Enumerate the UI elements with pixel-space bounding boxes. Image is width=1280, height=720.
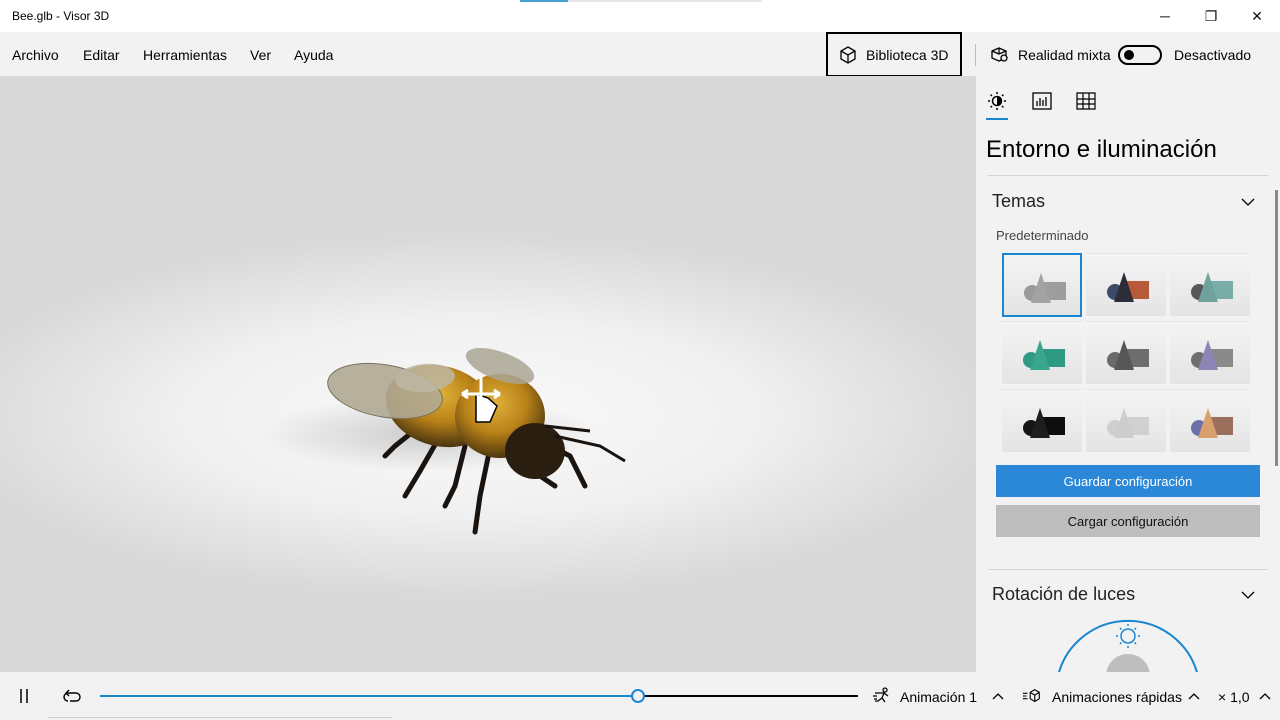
theme-cone-shape <box>1198 340 1218 370</box>
quick-animations-selector[interactable]: Animaciones rápidas <box>1052 689 1182 705</box>
chevron-up-icon[interactable] <box>991 690 1005 702</box>
load-config-button[interactable]: Cargar configuración <box>996 505 1260 537</box>
theme-cone-shape <box>1198 408 1218 438</box>
close-icon: ✕ <box>1251 7 1263 24</box>
light-rotation-dial[interactable] <box>976 616 1280 672</box>
animation-icon-wrap <box>872 686 892 706</box>
panel-title: Entorno e iluminación <box>986 136 1217 163</box>
stats-icon <box>1032 92 1052 110</box>
title-divider <box>988 175 1268 176</box>
theme-5[interactable] <box>1086 321 1166 385</box>
tab-environment[interactable] <box>986 90 1008 112</box>
theme-cone-shape <box>1114 408 1134 438</box>
footer-line <box>48 717 392 718</box>
environment-panel: Entorno e iluminación Temas Predetermina… <box>976 76 1280 672</box>
theme-cone-shape <box>1031 273 1051 303</box>
close-button[interactable]: ✕ <box>1234 0 1280 32</box>
theme-4[interactable] <box>1002 321 1082 385</box>
theme-8[interactable] <box>1086 389 1166 453</box>
timeline-thumb[interactable] <box>631 689 646 703</box>
title-strip <box>568 0 762 2</box>
theme-1[interactable] <box>1002 253 1082 317</box>
menu-archivo[interactable]: Archivo <box>12 47 59 63</box>
mixed-reality-state: Desactivado <box>1174 47 1252 63</box>
pause-icon <box>20 689 28 703</box>
menu-editar[interactable]: Editar <box>83 47 120 63</box>
chevron-down-icon[interactable] <box>1240 194 1256 210</box>
minimize-icon: ─ <box>1160 8 1170 24</box>
minimize-button[interactable]: ─ <box>1142 0 1188 32</box>
light-rotation-section-header[interactable]: Rotación de luces <box>992 584 1135 605</box>
themes-section-header[interactable]: Temas <box>992 191 1045 212</box>
bee-model[interactable] <box>0 76 976 672</box>
chevron-up-icon[interactable] <box>1258 690 1272 702</box>
theme-cone-shape <box>1030 340 1050 370</box>
mixed-reality-toggle[interactable] <box>1118 45 1162 65</box>
grid-icon <box>1076 92 1096 110</box>
theme-cone-shape <box>1030 408 1050 438</box>
theme-cone-shape <box>1114 340 1134 370</box>
menu-herramientas[interactable]: Herramientas <box>143 47 227 63</box>
loop-button[interactable] <box>62 686 82 706</box>
mixed-reality-label: Realidad mixta <box>1018 47 1111 63</box>
tab-statistics[interactable] <box>1031 90 1053 112</box>
running-figure-icon <box>873 687 889 703</box>
title-accent-strip <box>520 0 568 2</box>
theme-9[interactable] <box>1170 389 1250 453</box>
timeline-progress <box>100 695 639 697</box>
playback-bar: Animación 1 Animaciones rápidas × 1,0 <box>0 672 1280 720</box>
toolbar-separator <box>975 44 976 66</box>
timeline-track[interactable] <box>100 695 858 697</box>
mixed-reality-control[interactable]: Realidad mixta <box>990 46 1111 64</box>
theme-7[interactable] <box>1002 389 1082 453</box>
animation-selector[interactable]: Animación 1 <box>900 689 977 705</box>
library-3d-button[interactable]: Biblioteca 3D <box>826 32 962 77</box>
menu-ayuda[interactable]: Ayuda <box>294 47 333 63</box>
chevron-up-icon[interactable] <box>1187 690 1201 702</box>
theme-3[interactable] <box>1170 253 1250 317</box>
theme-2[interactable] <box>1086 253 1166 317</box>
section-divider <box>988 569 1268 570</box>
restore-icon: ❐ <box>1204 7 1218 24</box>
save-config-button[interactable]: Guardar configuración <box>996 465 1260 497</box>
maximize-button[interactable]: ❐ <box>1188 0 1234 32</box>
tab-grid[interactable] <box>1075 90 1097 112</box>
theme-cone-shape <box>1114 272 1134 302</box>
themes-subheading: Predeterminado <box>996 228 1089 243</box>
theme-cone-shape <box>1198 272 1218 302</box>
quick-animations-icon-wrap <box>1022 686 1042 706</box>
panel-scrollbar[interactable] <box>1275 190 1278 466</box>
theme-grid <box>1002 253 1250 453</box>
library-3d-label: Biblioteca 3D <box>866 46 949 63</box>
cube-icon <box>840 45 856 64</box>
sun-icon <box>988 92 1006 110</box>
loop-icon <box>63 689 81 702</box>
speed-selector[interactable]: × 1,0 <box>1218 689 1250 705</box>
3d-viewport[interactable] <box>0 76 976 672</box>
theme-6[interactable] <box>1170 321 1250 385</box>
mixed-reality-icon <box>991 47 1008 62</box>
chevron-down-icon[interactable] <box>1240 587 1256 603</box>
title-bar: Bee.glb - Visor 3D ─ ❐ ✕ <box>0 0 1280 32</box>
menu-ver[interactable]: Ver <box>250 47 271 63</box>
window-title: Bee.glb - Visor 3D <box>12 9 110 23</box>
active-tab-indicator <box>986 118 1008 120</box>
toggle-knob <box>1124 50 1134 60</box>
quick-animation-icon <box>1022 689 1040 703</box>
pause-button[interactable] <box>14 686 34 706</box>
